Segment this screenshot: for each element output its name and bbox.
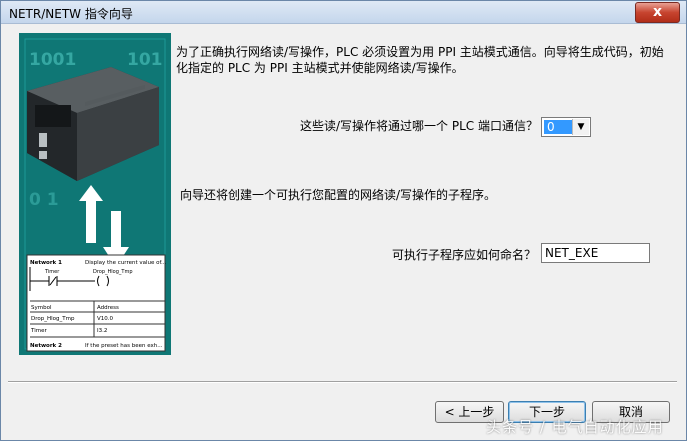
- chevron-down-icon[interactable]: ▼: [572, 119, 589, 135]
- ladder-network1-comment: Display the current value of...: [85, 260, 167, 266]
- subroutine-name-input[interactable]: [541, 243, 650, 263]
- binary-digits-bottom: 0 1: [29, 190, 59, 210]
- subroutine-info-text: 向导还将创建一个可执行您配置的网络读/写操作的子程序。: [180, 188, 497, 202]
- button-divider: [8, 381, 677, 383]
- ladder-network2-label: Network 2: [30, 343, 62, 349]
- ladder-network2-comment: If the preset has been exh...: [85, 343, 163, 349]
- ladder-table-header-address: Address: [97, 305, 119, 311]
- port-select-value: 0: [544, 120, 573, 134]
- ladder-contact-label: Timer: [44, 269, 60, 275]
- wizard-illustration: 1001 101 0 1 Network 1 Display the curre…: [19, 33, 171, 355]
- port-question-label: 这些读/写操作将通过哪一个 PLC 端口通信？: [300, 119, 538, 133]
- ladder-table-cell: I3.2: [97, 328, 107, 334]
- plc-illustration: 1001 101 0 1 Network 1 Display the curre…: [19, 33, 171, 355]
- watermark: 头条号 / 电气自动化应用: [486, 418, 664, 436]
- close-button[interactable]: x: [635, 2, 680, 23]
- ladder-coil-label: Drop_Hlog_Tmp: [93, 269, 133, 275]
- ladder-diagram-panel: Network 1 Display the current value of..…: [26, 254, 167, 352]
- ladder-table-cell: Timer: [30, 328, 47, 334]
- port-select[interactable]: 0 ▼: [541, 117, 591, 137]
- binary-digits-top2: 101: [127, 50, 163, 70]
- ladder-table-cell: Drop_Hlog_Tmp: [31, 316, 75, 322]
- window-title: NETR/NETW 指令向导: [9, 7, 133, 21]
- close-icon: x: [652, 4, 663, 20]
- ladder-table-header-symbol: Symbol: [31, 305, 52, 311]
- ladder-table-cell: V10.0: [97, 316, 114, 322]
- intro-text: 为了正确执行网络读/写操作，PLC 必须设置为用 PPI 主站模式通信。向导将生…: [176, 45, 664, 75]
- binary-digits-top: 1001: [29, 50, 76, 70]
- ladder-network1-label: Network 1: [30, 260, 62, 266]
- title-bar: NETR/NETW 指令向导 x: [1, 1, 686, 24]
- subroutine-name-label: 可执行子程序应如何命名？: [392, 248, 537, 262]
